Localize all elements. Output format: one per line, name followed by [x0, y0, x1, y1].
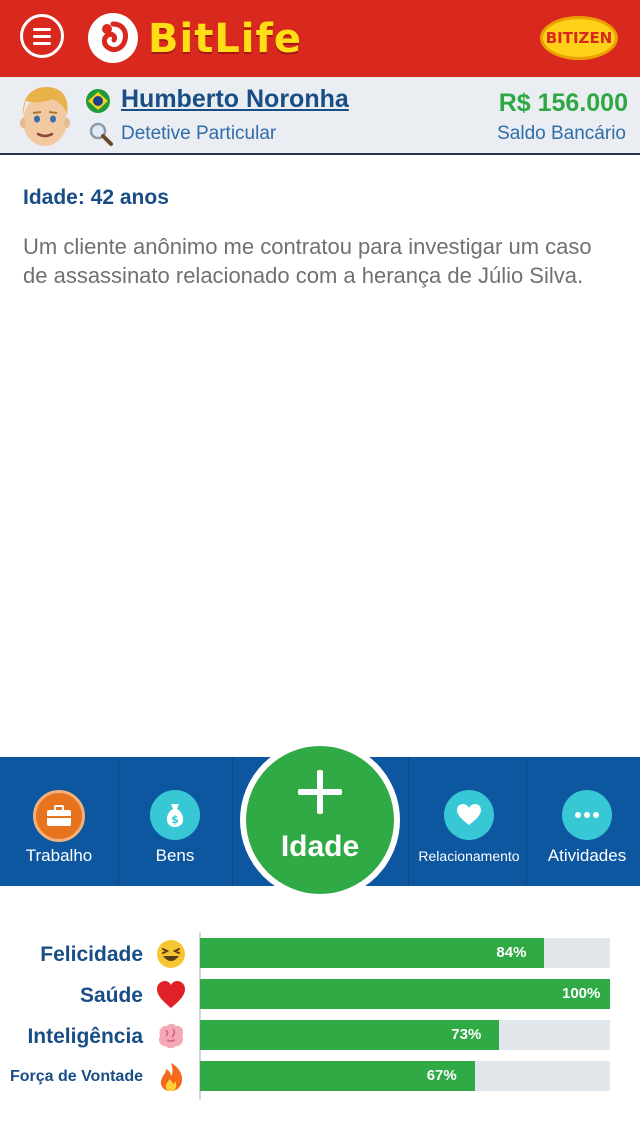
laughing-face-icon [157, 940, 185, 968]
brazil-flag-icon [86, 89, 110, 113]
relacionamento-label: Relacionamento [418, 848, 520, 864]
stat-label-inteligencia: Inteligência [27, 1025, 143, 1048]
menu-icon-line [33, 41, 51, 45]
stat-label-forca-de-vontade: Força de Vontade [9, 1068, 143, 1085]
stat-fill-saude [200, 979, 610, 1009]
stat-fill-felicidade [200, 938, 545, 968]
stat-value-saude: 100% [562, 985, 601, 1002]
age-up-button-inner[interactable] [246, 746, 394, 894]
character-name[interactable]: Humberto Noronha [121, 85, 349, 114]
bitlife-logo-icon [88, 13, 138, 63]
stat-label-saude: Saúde [79, 984, 143, 1007]
bens-label: Bens [155, 846, 195, 865]
heart-icon [157, 981, 185, 1008]
atividades-label: Atividades [547, 846, 627, 865]
fire-icon [160, 1063, 183, 1091]
plus-icon [298, 770, 342, 814]
stat-value-forca-de-vontade: 67% [426, 1067, 457, 1084]
bank-balance-label: Saldo Bancário [497, 123, 626, 144]
stat-bar-felicidade: 84% [200, 938, 610, 968]
brain-icon [158, 1023, 184, 1049]
trabalho-button[interactable]: Trabalho [0, 757, 118, 886]
heart-icon [444, 790, 494, 840]
app-logo-text: BitLife [148, 16, 303, 62]
menu-icon-line [33, 27, 51, 31]
age-heading: Idade: 42 anos [23, 186, 169, 209]
trabalho-label: Trabalho [25, 846, 93, 865]
more-dots-icon [562, 790, 612, 840]
relacionamento-button[interactable]: Relacionamento [410, 757, 528, 886]
occupation-label: Detetive Particular [121, 123, 277, 144]
magnifier-icon [89, 122, 113, 146]
story-text: Um cliente anônimo me contratou para inv… [23, 234, 592, 288]
menu-button[interactable] [20, 14, 64, 58]
atividades-button[interactable]: Atividades [528, 757, 640, 886]
bens-button[interactable]: $ Bens [116, 757, 234, 886]
age-up-label[interactable]: Idade [246, 830, 394, 864]
profile-bar: Humberto Noronha Detetive Particular R$ … [0, 77, 640, 155]
stat-value-felicidade: 84% [496, 944, 527, 961]
divider [526, 757, 527, 886]
svg-text:$: $ [171, 813, 179, 826]
money-bag-icon: $ [150, 790, 200, 840]
bitizen-button[interactable]: BITIZEN [540, 16, 618, 60]
briefcase-icon [33, 790, 85, 842]
avatar[interactable] [14, 81, 76, 149]
bank-balance: R$ 156.000 [498, 89, 628, 117]
top-bar: BitLife BITIZEN [0, 0, 640, 77]
divider [232, 757, 233, 886]
menu-icon-line [33, 34, 51, 38]
stat-value-inteligencia: 73% [451, 1026, 482, 1043]
stat-label-felicidade: Felicidade [40, 943, 143, 966]
divider [408, 757, 409, 886]
stat-bar-inteligencia: 73% [200, 1020, 610, 1050]
stat-bar-forca-de-vontade: 67% [200, 1061, 610, 1091]
bitizen-label: BITIZEN [545, 29, 613, 47]
stat-bar-saude: 100% [200, 979, 610, 1009]
